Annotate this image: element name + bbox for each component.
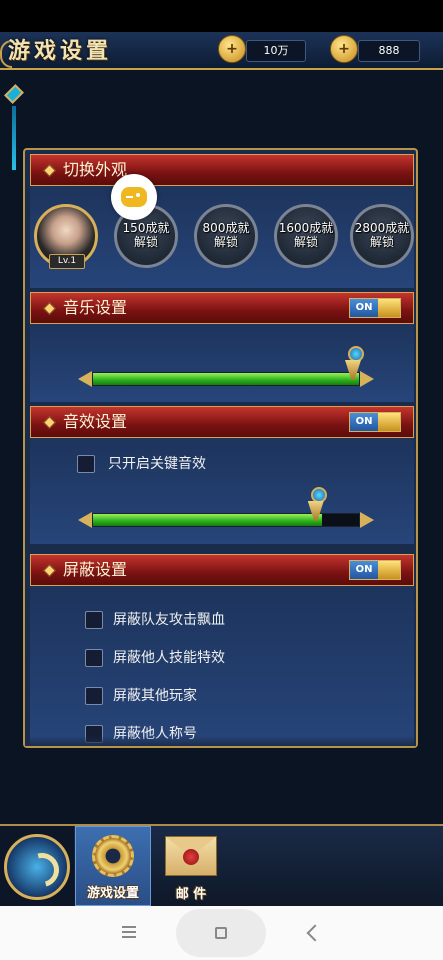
- envelope-icon: [165, 836, 217, 876]
- tassel-ornament: [4, 80, 24, 172]
- dragon-emblem-icon: [4, 834, 70, 900]
- key-sfx-only-checkbox[interactable]: [77, 455, 95, 473]
- lock-text: 150成就 解锁: [122, 221, 170, 249]
- shield-header: 屏蔽设置 ON: [30, 554, 414, 586]
- tab-label: 邮 件: [175, 887, 207, 902]
- shield-option-checkbox[interactable]: [85, 687, 103, 705]
- sfx-volume-slider[interactable]: [78, 487, 374, 529]
- shield-toggle[interactable]: ON: [349, 560, 401, 580]
- status-bar: [0, 0, 443, 32]
- diamond-icon: [43, 564, 56, 577]
- lock-text: 800成就 解锁: [202, 221, 250, 249]
- music-header: 音乐设置 ON: [30, 292, 414, 324]
- avatar-locked-2[interactable]: 800成就 解锁: [194, 204, 258, 268]
- main-menu-button[interactable]: [0, 826, 74, 906]
- slider-handle[interactable]: [342, 346, 368, 380]
- diamond-icon: [43, 164, 56, 177]
- gold-coin-plus-icon[interactable]: +: [218, 35, 246, 63]
- home-button[interactable]: [176, 909, 266, 957]
- avatar-locked-4[interactable]: 2800成就 解锁: [350, 204, 414, 268]
- sfx-header: 音效设置 ON: [30, 406, 414, 438]
- music-toggle[interactable]: ON: [349, 298, 401, 318]
- tab-label: 游戏设置: [86, 886, 139, 901]
- music-volume-fill: [93, 373, 359, 385]
- avatar-level: Lv.1: [49, 254, 85, 269]
- shield-title: 屏蔽设置: [63, 560, 128, 579]
- gamepad-icon: [121, 187, 147, 207]
- gold-amount: 10万: [246, 40, 306, 62]
- scroll-fade: [25, 736, 416, 746]
- slider-handle[interactable]: [305, 487, 331, 521]
- shield-option-label: 屏蔽他人技能特效: [113, 650, 225, 666]
- lock-text: 2800成就 解锁: [354, 221, 410, 249]
- appearance-header: 切换外观: [30, 154, 414, 186]
- lock-text: 1600成就 解锁: [278, 221, 334, 249]
- shield-option-checkbox[interactable]: [85, 611, 103, 629]
- shield-option-label: 屏蔽队友攻击飘血: [113, 612, 225, 628]
- key-sfx-only-label: 只开启关键音效: [108, 456, 206, 472]
- sfx-volume-fill: [93, 514, 322, 526]
- diamond-icon: [43, 302, 56, 315]
- appearance-body: Lv.1 150成就 解锁 800成就 解锁 1600成就 解锁 2800成就 解锁: [30, 186, 414, 288]
- menu-icon[interactable]: [122, 926, 136, 938]
- tab-game-settings[interactable]: 游戏设置: [75, 826, 151, 906]
- shield-option-checkbox[interactable]: [85, 649, 103, 667]
- gear-icon: [92, 835, 134, 877]
- shield-option-label: 屏蔽其他玩家: [113, 688, 197, 704]
- tab-mail[interactable]: 邮 件: [153, 826, 229, 906]
- ingot-plus-icon[interactable]: +: [330, 35, 358, 63]
- avatar-locked-3[interactable]: 1600成就 解锁: [274, 204, 338, 268]
- sfx-toggle[interactable]: ON: [349, 412, 401, 432]
- music-title: 音乐设置: [63, 298, 128, 317]
- ingot-amount: 888: [358, 40, 420, 62]
- avatar-current[interactable]: Lv.1: [34, 204, 98, 269]
- sfx-title: 音效设置: [63, 412, 128, 431]
- gamepad-float-button[interactable]: [111, 174, 157, 220]
- diamond-icon: [43, 416, 56, 429]
- music-volume-slider[interactable]: [78, 346, 374, 388]
- page-title: 游戏设置: [8, 38, 113, 64]
